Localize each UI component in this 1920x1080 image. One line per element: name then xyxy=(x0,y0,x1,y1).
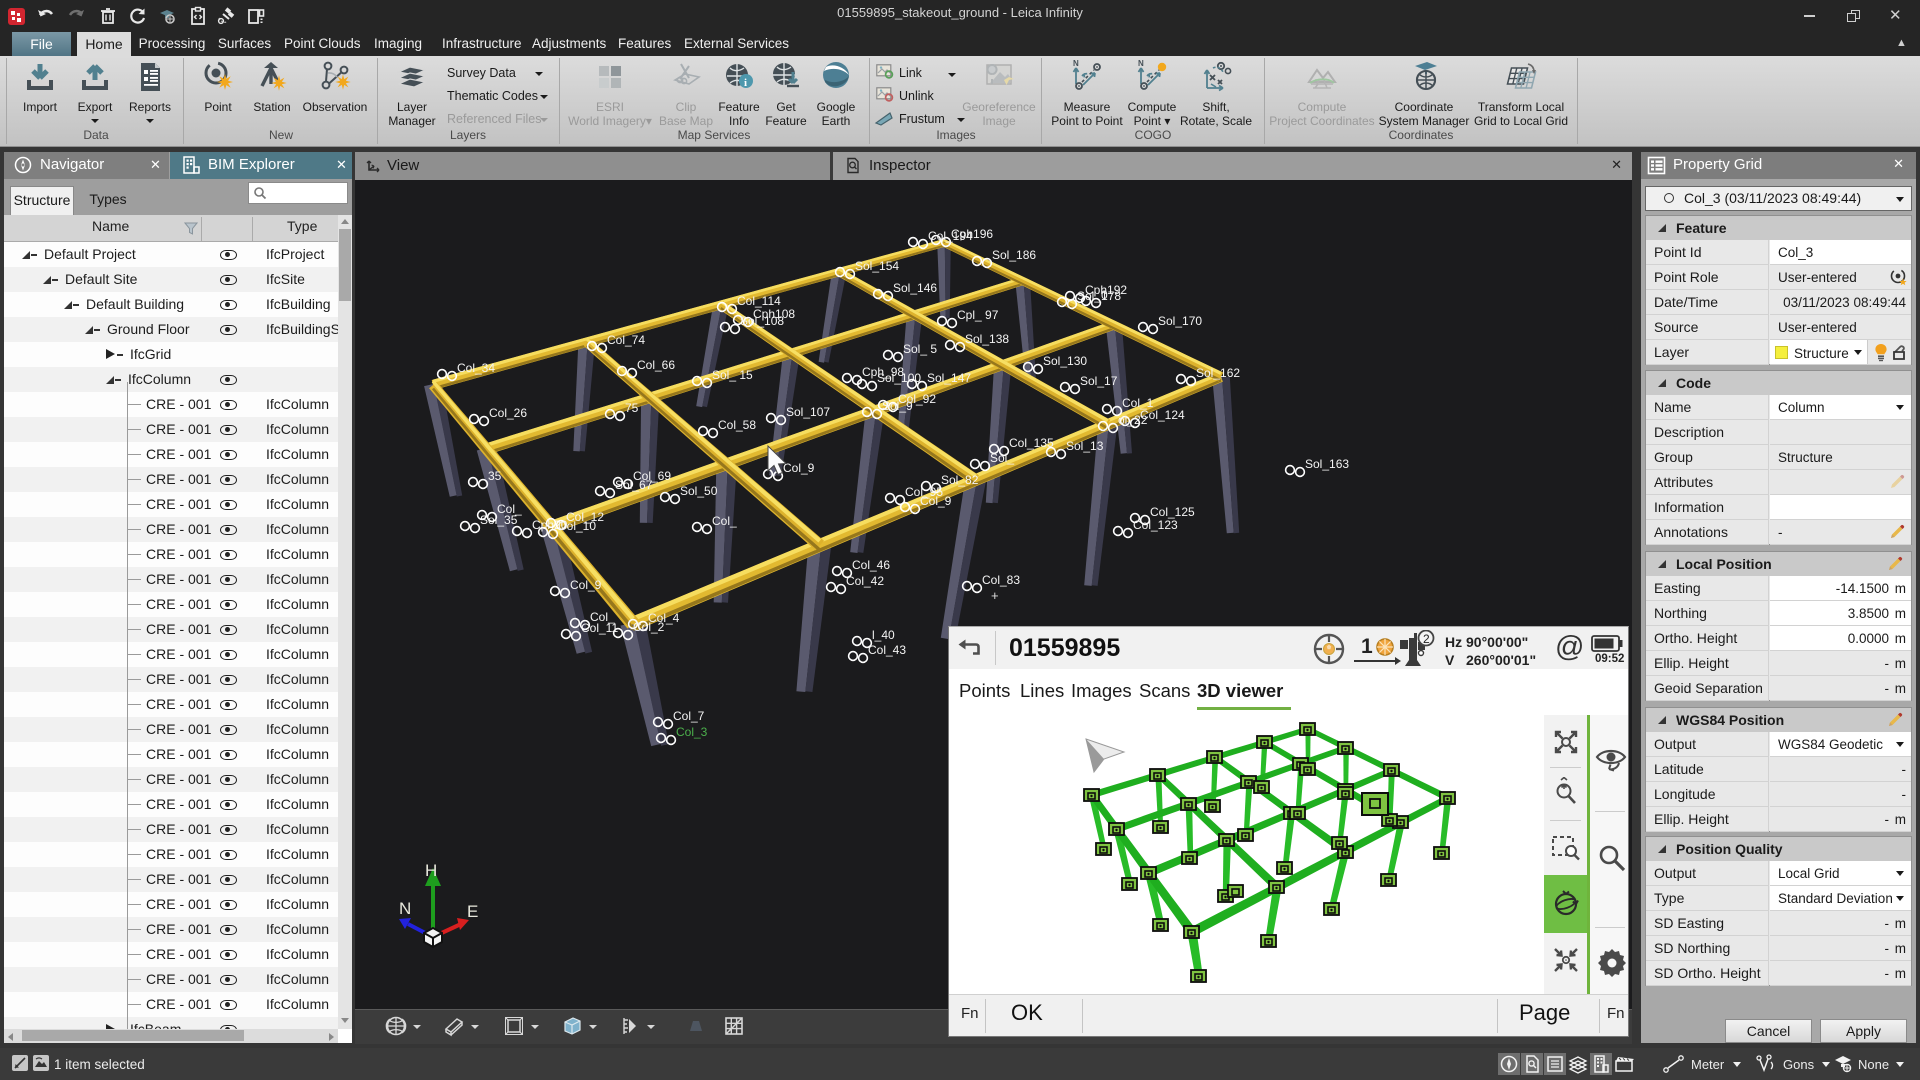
svg-text:Sol_154: Sol_154 xyxy=(855,259,899,273)
svg-text:N: N xyxy=(399,899,411,918)
svg-text:H: H xyxy=(425,861,437,880)
svg-text:Col_125: Col_125 xyxy=(1150,505,1195,519)
svg-text:35: 35 xyxy=(488,469,502,483)
svg-text:ol_22: ol_22 xyxy=(1118,413,1148,427)
svg-text:Col_114: Col_114 xyxy=(737,294,781,308)
svg-text:Sol_170: Sol_170 xyxy=(1158,314,1202,328)
svg-text:Sol_82: Sol_82 xyxy=(941,473,979,487)
svg-text:l_40: l_40 xyxy=(872,628,895,642)
svg-text:Sol_147: Sol_147 xyxy=(927,371,971,385)
svg-text:Col_2: Col_2 xyxy=(633,620,665,634)
svg-text:Sol_17: Sol_17 xyxy=(1080,374,1118,388)
svg-text:Sol_ 15: Sol_ 15 xyxy=(712,368,753,382)
svg-text:Sol_186: Sol_186 xyxy=(992,248,1036,262)
svg-text:Col_194: Col_194 xyxy=(928,229,973,243)
svg-text:Sol_50: Sol_50 xyxy=(680,484,718,498)
svg-text:Col_: Col_ xyxy=(497,502,522,516)
svg-text:Sol_9: Sol_9 xyxy=(882,399,913,413)
svg-text:Sol_130: Sol_130 xyxy=(1043,354,1087,368)
svg-text:Col_10: Col_10 xyxy=(558,519,596,533)
svg-text:Col_: Col_ xyxy=(712,514,737,528)
svg-text:Col_66: Col_66 xyxy=(637,358,675,372)
svg-text:Sol_107: Sol_107 xyxy=(786,405,830,419)
svg-text:Col_46: Col_46 xyxy=(852,558,890,572)
svg-text:Sol_: Sol_ xyxy=(990,451,1014,465)
svg-text:2: 2 xyxy=(1423,632,1430,646)
svg-text:Sol_108: Sol_108 xyxy=(740,314,784,328)
svg-text:0: 0 xyxy=(1101,288,1108,302)
svg-text:Sol_162: Sol_162 xyxy=(1196,366,1240,380)
svg-text:Col_58: Col_58 xyxy=(718,418,756,432)
svg-text:Col_42: Col_42 xyxy=(846,574,884,588)
svg-text:Sol_ 5: Sol_ 5 xyxy=(903,342,937,356)
svg-text:Col_9: Col_9 xyxy=(570,578,602,592)
svg-text:Col_: Col_ xyxy=(590,610,615,624)
svg-text:N: N xyxy=(1138,60,1144,68)
svg-text:Col_26: Col_26 xyxy=(489,406,527,420)
svg-text:Col_9: Col_9 xyxy=(783,461,815,475)
svg-text:Col_34: Col_34 xyxy=(457,361,495,375)
svg-text:+: + xyxy=(991,588,999,603)
svg-text:Sol_138: Sol_138 xyxy=(965,332,1009,346)
svg-text:Col_9: Col_9 xyxy=(920,494,952,508)
svg-text:Col_7: Col_7 xyxy=(673,709,705,723)
svg-text:75: 75 xyxy=(625,401,639,415)
svg-text:Col_74: Col_74 xyxy=(607,333,645,347)
svg-text:Sol_67: Sol_67 xyxy=(615,478,653,492)
svg-text:Sol_100: Sol_100 xyxy=(877,371,921,385)
svg-text:Cpl_ 97: Cpl_ 97 xyxy=(957,308,999,322)
svg-text:Col_135: Col_135 xyxy=(1009,436,1054,450)
svg-text:Col_123: Col_123 xyxy=(1133,518,1178,532)
svg-text:N: N xyxy=(1073,60,1079,68)
svg-text:i: i xyxy=(744,77,747,89)
svg-text:Col_43: Col_43 xyxy=(868,643,906,657)
svg-text:Col_83: Col_83 xyxy=(982,573,1020,587)
svg-text:Sol_13: Sol_13 xyxy=(1066,439,1104,453)
svg-text:E: E xyxy=(467,902,478,921)
svg-text:Sol_146: Sol_146 xyxy=(893,281,937,295)
svg-text:Sol_163: Sol_163 xyxy=(1305,457,1349,471)
svg-text:Col_3: Col_3 xyxy=(676,725,708,739)
